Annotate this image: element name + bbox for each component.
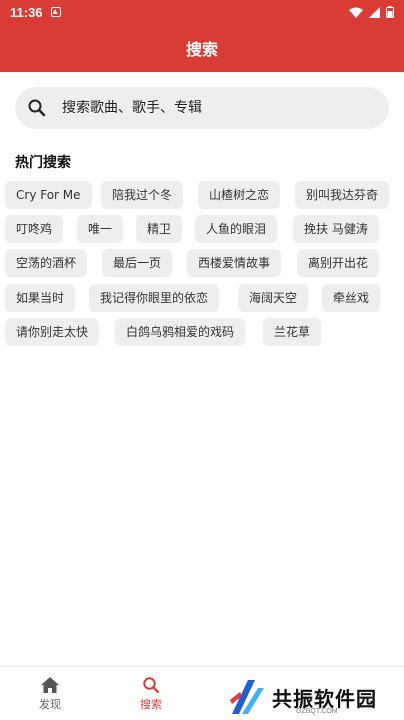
hot-tag[interactable]: Cry For Me bbox=[5, 181, 92, 209]
hot-tag[interactable]: 山楂树之恋 bbox=[198, 181, 281, 209]
hot-tag[interactable]: 兰花草 bbox=[263, 318, 322, 346]
page-title: 搜索 bbox=[185, 40, 218, 59]
hot-tag[interactable]: 请你别走太快 bbox=[5, 318, 100, 346]
hot-tag[interactable]: 西楼爱情故事 bbox=[187, 249, 282, 277]
hot-tag[interactable]: 人鱼的眼泪 bbox=[195, 215, 278, 243]
hot-tag[interactable]: 挽扶 马健涛 bbox=[293, 215, 379, 243]
app-bar: 搜索 bbox=[0, 24, 404, 72]
search-icon bbox=[143, 677, 160, 694]
status-time: 11:36 bbox=[10, 4, 43, 20]
hot-tag[interactable]: 白鸽乌鸦相爱的戏码 bbox=[115, 318, 246, 346]
nav-discover[interactable]: 发现 bbox=[0, 667, 100, 720]
watermark-logo-icon bbox=[230, 680, 264, 714]
hot-tag[interactable]: 空荡的酒杯 bbox=[5, 249, 88, 277]
battery-icon bbox=[386, 6, 394, 18]
hot-tag[interactable]: 牵丝戏 bbox=[322, 284, 381, 312]
wifi-icon bbox=[349, 7, 363, 18]
hot-search-title: 热门搜索 bbox=[15, 155, 71, 171]
search-input[interactable] bbox=[62, 100, 362, 116]
hot-tag[interactable]: 如果当时 bbox=[5, 284, 76, 312]
hot-tag[interactable]: 叮咚鸡 bbox=[5, 215, 64, 243]
hot-tag[interactable]: 别叫我达芬奇 bbox=[295, 181, 390, 209]
hot-tag[interactable]: 精卫 bbox=[136, 215, 183, 243]
watermark-sub: GZBQT.COM bbox=[296, 708, 338, 715]
search-box[interactable] bbox=[15, 87, 389, 129]
hot-tag[interactable]: 离别开出花 bbox=[297, 249, 380, 277]
search-screen: 11:36 搜索 热门搜索 Cry For Me 陪我过个冬 山楂树之恋 别叫我… bbox=[0, 0, 404, 720]
search-icon bbox=[28, 99, 46, 117]
hot-tag[interactable]: 陪我过个冬 bbox=[101, 181, 184, 209]
status-icons bbox=[349, 6, 394, 18]
signal-icon bbox=[369, 6, 380, 18]
status-bar: 11:36 bbox=[0, 0, 404, 24]
nav-discover-label: 发现 bbox=[39, 698, 61, 711]
nav-search[interactable]: 搜索 bbox=[101, 667, 201, 720]
home-icon bbox=[41, 677, 59, 693]
hot-tag[interactable]: 唯一 bbox=[77, 215, 124, 243]
watermark: 共振软件园 GZBQT.COM bbox=[228, 674, 404, 720]
hot-tag[interactable]: 海阔天空 bbox=[238, 284, 309, 312]
notification-icon bbox=[50, 7, 61, 17]
hot-tag[interactable]: 我记得你眼里的依恋 bbox=[89, 284, 220, 312]
hot-tag[interactable]: 最后一页 bbox=[102, 249, 173, 277]
nav-search-label: 搜索 bbox=[140, 698, 162, 711]
